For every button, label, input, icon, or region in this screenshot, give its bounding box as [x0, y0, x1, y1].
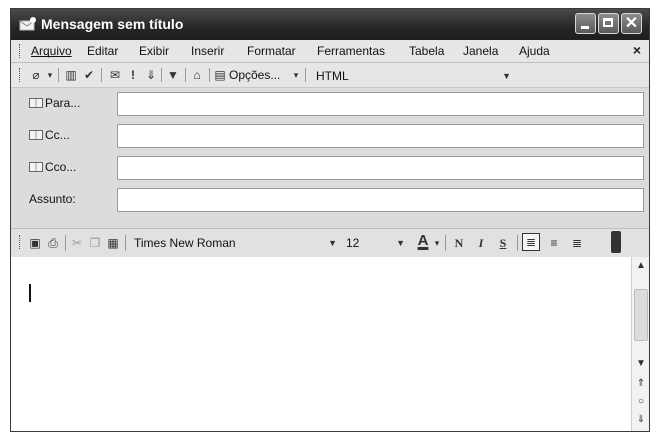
check-names-icon[interactable]: ✔: [81, 66, 97, 84]
font-color-icon[interactable]: A: [414, 232, 432, 250]
font-name-select[interactable]: Times New Roman ▼: [129, 233, 341, 253]
align-left-icon[interactable]: ≣: [522, 233, 540, 251]
menu-ajuda[interactable]: Ajuda: [519, 44, 550, 58]
text-caret: [29, 284, 31, 302]
envelope-icon: [19, 17, 36, 31]
message-format-select[interactable]: HTML ▼: [311, 66, 515, 85]
options-icon: ▤: [214, 68, 226, 82]
menubar-grip[interactable]: [19, 44, 23, 58]
message-header: Para... Cc... Cco... Assunto:: [11, 88, 649, 228]
underline-button[interactable]: S: [495, 234, 511, 252]
separator: [517, 235, 518, 251]
toolbar-grip[interactable]: [19, 235, 23, 249]
to-label: Para...: [45, 96, 81, 110]
paste-icon[interactable]: ▦: [105, 234, 121, 252]
menu-inserir[interactable]: Inserir: [191, 44, 224, 58]
copy-icon[interactable]: ❐: [87, 234, 103, 252]
to-button[interactable]: Para...: [29, 96, 80, 110]
next-page-icon[interactable]: ⇓: [633, 413, 649, 427]
minimize-icon: [581, 26, 589, 29]
align-center-icon[interactable]: ≡: [545, 234, 563, 252]
font-color-dropdown-icon[interactable]: ▾: [432, 234, 442, 252]
previous-page-icon[interactable]: ⇑: [633, 377, 649, 391]
separator: [65, 235, 66, 251]
menu-editar[interactable]: Editar: [87, 44, 118, 58]
message-format-value: HTML: [316, 69, 349, 83]
save-icon[interactable]: ▣: [27, 234, 43, 252]
browse-object-icon[interactable]: ○: [633, 395, 649, 409]
separator: [161, 68, 162, 82]
signature-icon[interactable]: ✉: [107, 66, 123, 84]
menu-exibir[interactable]: Exibir: [139, 44, 169, 58]
address-book-icon[interactable]: ▥: [63, 66, 79, 84]
align-right-icon[interactable]: ≣: [568, 234, 586, 252]
cut-icon[interactable]: ✂: [69, 234, 85, 252]
font-size-select[interactable]: 12 ▼: [341, 233, 409, 253]
chevron-down-icon: ▼: [328, 238, 337, 248]
scrollbar-thumb[interactable]: [634, 289, 648, 341]
formatting-toolbar: ▣ ⎙ ✂ ❐ ▦ Times New Roman ▼ 12 ▼ A ▾ N I…: [11, 228, 649, 258]
separator: [185, 68, 186, 82]
chevron-down-icon: ▼: [396, 238, 405, 248]
bold-button[interactable]: N: [451, 234, 467, 252]
menu-formatar[interactable]: Formatar: [247, 44, 296, 58]
italic-button[interactable]: I: [473, 234, 489, 252]
chevron-down-icon: ▼: [502, 71, 511, 81]
maximize-button[interactable]: [598, 13, 619, 34]
permissions-icon[interactable]: ⌂: [189, 66, 205, 84]
message-body-editor[interactable]: [11, 257, 631, 431]
close-button[interactable]: ✕: [621, 13, 642, 34]
bcc-field[interactable]: [117, 156, 644, 180]
address-book-icon: [29, 130, 43, 140]
subject-label: Assunto:: [29, 192, 76, 206]
font-size-value: 12: [346, 236, 360, 250]
scroll-up-icon[interactable]: ▲: [633, 259, 649, 273]
menu-janela[interactable]: Janela: [463, 44, 498, 58]
font-name-value: Times New Roman: [134, 236, 236, 250]
importance-high-icon[interactable]: !: [127, 66, 139, 84]
cc-label: Cc...: [45, 128, 70, 142]
paperclip-icon[interactable]: ⌀: [29, 66, 43, 84]
separator: [58, 68, 59, 82]
cc-button[interactable]: Cc...: [29, 128, 70, 142]
minimize-button[interactable]: [575, 13, 596, 34]
vertical-scrollbar[interactable]: ▲ ▼ ⇑ ○ ⇓: [631, 257, 649, 431]
flag-icon[interactable]: ▼: [165, 66, 181, 84]
separator: [305, 68, 306, 82]
close-document-icon[interactable]: ×: [633, 42, 641, 58]
scroll-down-icon[interactable]: ▼: [633, 357, 649, 371]
menu-tabela[interactable]: Tabela: [409, 44, 444, 58]
menu-ferramentas[interactable]: Ferramentas: [317, 44, 385, 58]
separator: [125, 235, 126, 251]
bcc-button[interactable]: Cco...: [29, 160, 76, 174]
message-window: Mensagem sem título ✕ Arquivo Editar Exi…: [10, 8, 650, 432]
separator: [445, 235, 446, 251]
window-title: Mensagem sem título: [41, 16, 184, 32]
toolbar-grip[interactable]: [19, 68, 23, 82]
attach-dropdown-icon[interactable]: ▾: [45, 66, 55, 84]
cc-field[interactable]: [117, 124, 644, 148]
address-book-icon: [29, 98, 43, 108]
title-bar[interactable]: Mensagem sem título ✕: [11, 9, 649, 40]
separator: [209, 68, 210, 82]
standard-toolbar: ⌀ ▾ ▥ ✔ ✉ ! ⇓ ▼ ⌂ ▤ Opções... ▾ HTML ▼: [11, 63, 649, 88]
importance-low-icon[interactable]: ⇓: [145, 66, 157, 84]
bcc-label: Cco...: [45, 160, 77, 174]
subject-field[interactable]: [117, 188, 644, 212]
options-button[interactable]: Opções...: [229, 66, 280, 84]
print-icon[interactable]: ⎙: [45, 234, 61, 252]
separator: [101, 68, 102, 82]
close-icon: ✕: [624, 15, 639, 32]
menu-bar: Arquivo Editar Exibir Inserir Formatar F…: [11, 40, 649, 63]
toolbar-options-chevron[interactable]: [611, 231, 621, 253]
to-field[interactable]: [117, 92, 644, 116]
address-book-icon: [29, 162, 43, 172]
maximize-icon: [603, 18, 613, 27]
menu-arquivo[interactable]: Arquivo: [31, 44, 72, 58]
options-dropdown-icon[interactable]: ▾: [291, 66, 301, 84]
